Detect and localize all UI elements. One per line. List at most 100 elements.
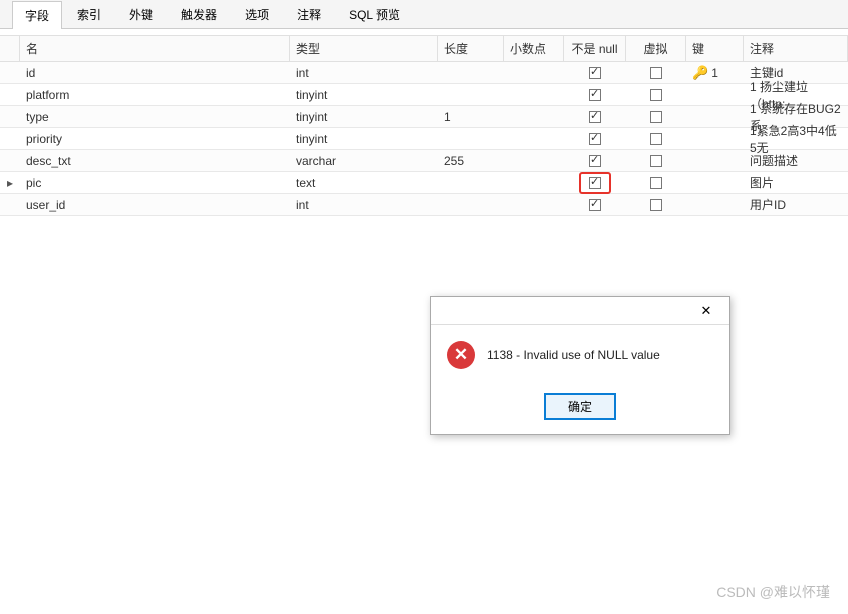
table-row[interactable]: prioritytinyint1紧急2高3中4低5无 (0, 128, 848, 150)
cell-notnull[interactable] (564, 85, 626, 105)
checkbox-notnull[interactable] (589, 155, 601, 167)
cell-decimals[interactable] (504, 92, 564, 98)
cell-length[interactable] (438, 180, 504, 186)
cell-type[interactable]: int (290, 195, 438, 215)
col-comment[interactable]: 注释 (744, 36, 848, 61)
cell-key[interactable] (686, 92, 744, 98)
checkbox-notnull[interactable] (589, 89, 601, 101)
table-row[interactable]: ▸pictext 图片 (0, 172, 848, 194)
cell-virtual[interactable] (626, 173, 686, 193)
cell-length[interactable]: 1 (438, 107, 504, 127)
cell-comment[interactable]: 图片 (744, 171, 848, 194)
cell-virtual[interactable] (626, 107, 686, 127)
tab-2[interactable]: 外键 (116, 0, 166, 28)
ok-button[interactable]: 确定 (544, 393, 616, 420)
tab-4[interactable]: 选项 (232, 0, 282, 28)
checkbox-virtual[interactable] (650, 133, 662, 145)
cell-decimals[interactable] (504, 158, 564, 164)
checkbox-virtual[interactable] (650, 89, 662, 101)
error-icon: ✕ (447, 341, 475, 369)
checkbox-notnull[interactable] (589, 67, 601, 79)
cell-decimals[interactable] (504, 114, 564, 120)
cell-notnull[interactable] (564, 195, 626, 215)
cell-virtual[interactable] (626, 63, 686, 83)
checkbox-notnull[interactable] (589, 111, 601, 123)
fields-table: 名 类型 长度 小数点 不是 null 虚拟 键 注释 idint🔑1主键idp… (0, 35, 848, 216)
row-marker: ▸ (0, 176, 20, 190)
cell-name[interactable]: id (20, 63, 290, 83)
tab-3[interactable]: 触发器 (168, 0, 230, 28)
cell-decimals[interactable] (504, 180, 564, 186)
cell-virtual[interactable] (626, 195, 686, 215)
checkbox-notnull[interactable] (589, 177, 601, 189)
cell-key[interactable]: 🔑1 (686, 62, 744, 84)
cell-notnull[interactable] (564, 151, 626, 171)
cell-notnull[interactable] (564, 129, 626, 149)
cell-key[interactable] (686, 136, 744, 142)
col-type[interactable]: 类型 (290, 36, 438, 61)
table-body: idint🔑1主键idplatformtinyint1 扬尘建垃（http:,t… (0, 62, 848, 216)
cell-key[interactable] (686, 114, 744, 120)
checkbox-virtual[interactable] (650, 111, 662, 123)
cell-name[interactable]: user_id (20, 195, 290, 215)
cell-decimals[interactable] (504, 202, 564, 208)
tab-6[interactable]: SQL 预览 (336, 0, 413, 28)
cell-virtual[interactable] (626, 85, 686, 105)
tab-5[interactable]: 注释 (284, 0, 334, 28)
table-row[interactable]: user_idint 用户ID (0, 194, 848, 216)
checkbox-virtual[interactable] (650, 177, 662, 189)
close-icon[interactable]: ✕ (691, 300, 721, 322)
checkbox-notnull[interactable] (589, 199, 601, 211)
cell-key[interactable] (686, 180, 744, 186)
cell-key[interactable] (686, 158, 744, 164)
col-virtual[interactable]: 虚拟 (626, 36, 686, 61)
tab-bar: 字段索引外键触发器选项注释SQL 预览 (0, 0, 848, 29)
cell-type[interactable]: varchar (290, 151, 438, 171)
cell-type[interactable]: text (290, 173, 438, 193)
tab-0[interactable]: 字段 (12, 1, 62, 29)
col-notnull[interactable]: 不是 null (564, 36, 626, 61)
checkbox-virtual[interactable] (650, 155, 662, 167)
cell-type[interactable]: tinyint (290, 107, 438, 127)
table-row[interactable]: platformtinyint1 扬尘建垃（http:, (0, 84, 848, 106)
checkbox-virtual[interactable] (650, 67, 662, 79)
cell-notnull[interactable] (564, 169, 626, 197)
key-icon: 🔑 (692, 65, 708, 81)
cell-virtual[interactable] (626, 151, 686, 171)
cell-decimals[interactable] (504, 136, 564, 142)
cell-length[interactable] (438, 202, 504, 208)
col-name[interactable]: 名 (20, 36, 290, 61)
cell-name[interactable]: type (20, 107, 290, 127)
cell-length[interactable] (438, 92, 504, 98)
watermark: CSDN @难以怀瑾 (716, 582, 830, 602)
table-header: 名 类型 长度 小数点 不是 null 虚拟 键 注释 (0, 35, 848, 62)
table-row[interactable]: desc_txtvarchar255 问题描述 (0, 150, 848, 172)
cell-name[interactable]: pic (20, 173, 290, 193)
col-key[interactable]: 键 (686, 36, 744, 61)
cell-name[interactable]: priority (20, 129, 290, 149)
cell-comment[interactable]: 用户ID (744, 193, 848, 216)
cell-type[interactable]: tinyint (290, 85, 438, 105)
cell-comment[interactable]: 问题描述 (744, 149, 848, 172)
col-length[interactable]: 长度 (438, 36, 504, 61)
highlight-box (579, 172, 611, 194)
cell-name[interactable]: desc_txt (20, 151, 290, 171)
checkbox-virtual[interactable] (650, 199, 662, 211)
cell-length[interactable] (438, 70, 504, 76)
cell-notnull[interactable] (564, 107, 626, 127)
cell-decimals[interactable] (504, 70, 564, 76)
error-dialog: ✕ ✕ 1138 - Invalid use of NULL value 确定 (430, 296, 730, 435)
cell-length[interactable]: 255 (438, 151, 504, 171)
table-row[interactable]: idint🔑1主键id (0, 62, 848, 84)
checkbox-notnull[interactable] (589, 133, 601, 145)
table-row[interactable]: typetinyint11 系统存在BUG2 系 (0, 106, 848, 128)
cell-notnull[interactable] (564, 63, 626, 83)
tab-1[interactable]: 索引 (64, 0, 114, 28)
cell-virtual[interactable] (626, 129, 686, 149)
cell-length[interactable] (438, 136, 504, 142)
col-decimals[interactable]: 小数点 (504, 36, 564, 61)
cell-type[interactable]: int (290, 63, 438, 83)
cell-key[interactable] (686, 202, 744, 208)
cell-name[interactable]: platform (20, 85, 290, 105)
cell-type[interactable]: tinyint (290, 129, 438, 149)
